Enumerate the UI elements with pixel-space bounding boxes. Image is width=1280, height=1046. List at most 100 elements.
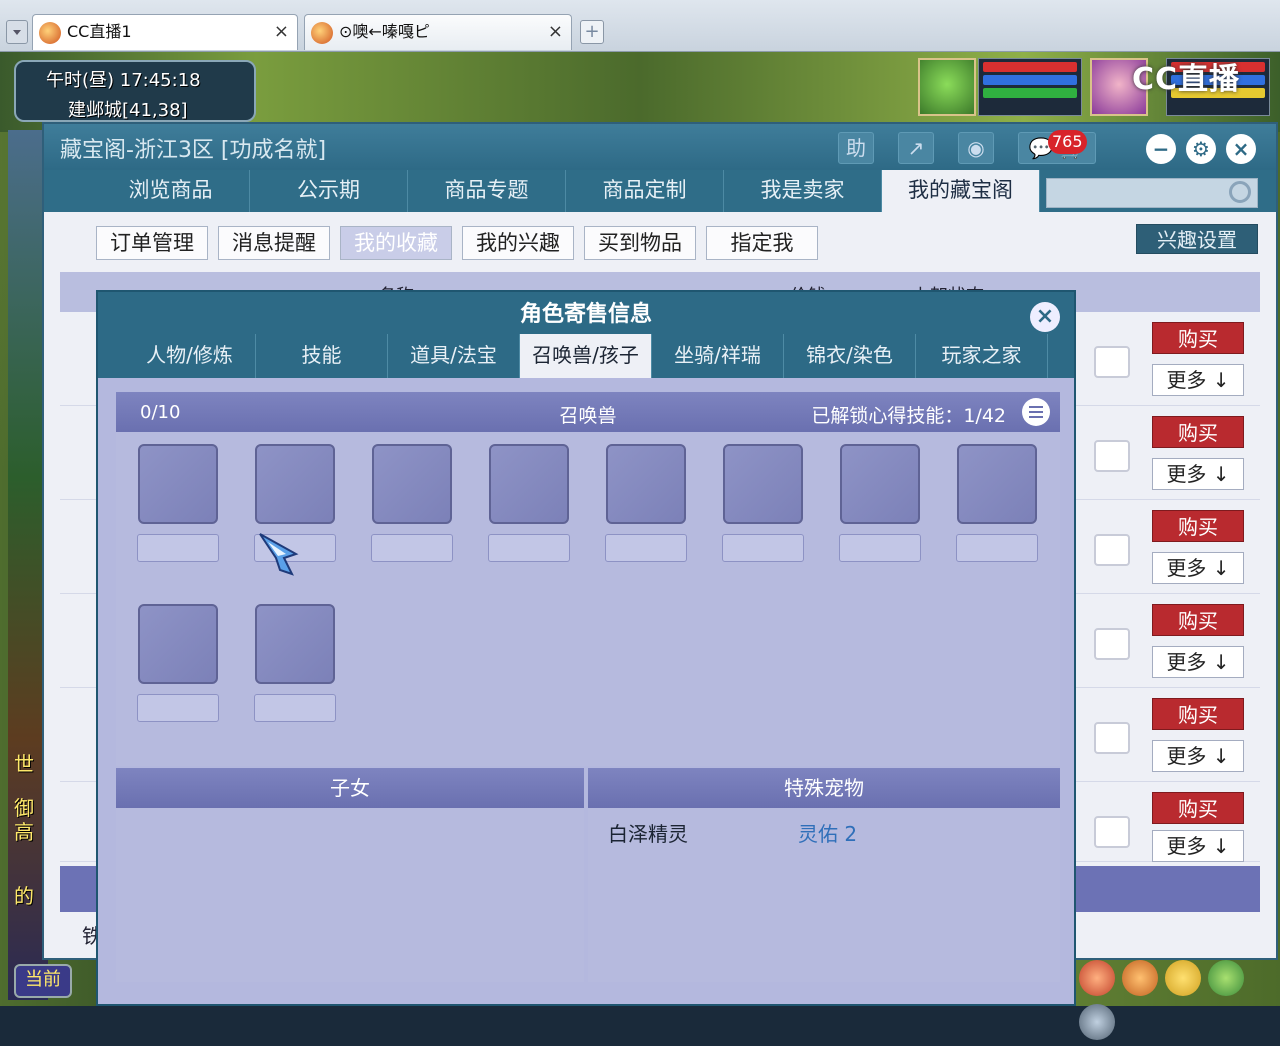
summon-slot[interactable]: [255, 604, 335, 684]
close-window-icon[interactable]: ×: [1226, 134, 1256, 164]
subtab-my-favorites[interactable]: 我的收藏: [340, 226, 452, 260]
search-input[interactable]: [1046, 178, 1258, 208]
bottom-right-toolbar: [1078, 958, 1276, 1040]
buy-button[interactable]: 购买: [1152, 322, 1244, 354]
new-tab-button[interactable]: +: [580, 20, 604, 44]
more-button[interactable]: 更多 ↓: [1152, 740, 1244, 772]
subtab-my-interests[interactable]: 我的兴趣: [462, 226, 574, 260]
current-channel-button[interactable]: 当前: [14, 964, 72, 998]
more-button[interactable]: 更多 ↓: [1152, 364, 1244, 396]
window-title: 藏宝阁-浙江3区 [功成名就]: [60, 138, 327, 163]
interest-settings-button[interactable]: 兴趣设置: [1136, 224, 1258, 254]
summon-slot-label: [137, 694, 219, 722]
popup-tab-summons[interactable]: 召唤兽/孩子: [520, 334, 652, 378]
game-location: 建邺城[41,38]: [68, 100, 188, 121]
sub-tab-bar: 订单管理 消息提醒 我的收藏 我的兴趣 买到物品 指定我: [44, 212, 1276, 272]
tab-close-icon[interactable]: ×: [274, 15, 289, 49]
cc-live-watermark: CC直播: [1131, 62, 1240, 97]
buy-button[interactable]: 购买: [1152, 604, 1244, 636]
settings-gear-icon[interactable]: ⚙: [1186, 134, 1216, 164]
more-button[interactable]: 更多 ↓: [1152, 552, 1244, 584]
tab-my-treasure[interactable]: 我的藏宝阁: [882, 170, 1040, 212]
game-clock-panel: 午时(昼) 17:45:18 建邺城[41,38]: [14, 60, 256, 122]
subtab-bought-items[interactable]: 买到物品: [584, 226, 696, 260]
minimize-icon[interactable]: −: [1146, 134, 1176, 164]
add-to-cart-icon[interactable]: [1094, 440, 1130, 472]
browser-tab-cc-live[interactable]: CC直播1 ×: [32, 14, 298, 50]
summon-slot[interactable]: [489, 444, 569, 524]
item-icon[interactable]: [1122, 960, 1159, 996]
cc-favicon-icon: [39, 22, 61, 44]
emoji-icon[interactable]: [1165, 960, 1202, 996]
buy-button[interactable]: 购买: [1152, 792, 1244, 824]
list-menu-icon[interactable]: [1022, 398, 1050, 426]
special-pet-name: 白泽精灵: [608, 822, 688, 846]
add-to-cart-icon[interactable]: [1094, 534, 1130, 566]
window-titlebar: 藏宝阁-浙江3区 [功成名就] 助 ↗ ◉ 💬 🛒 765 − ⚙ ×: [44, 124, 1276, 170]
popup-tab-skills[interactable]: 技能: [256, 334, 388, 378]
summon-panel-header: 0/10 召唤兽 已解锁心得技能：1/42: [116, 392, 1060, 432]
add-to-cart-icon[interactable]: [1094, 346, 1130, 378]
unlocked-skills: 已解锁心得技能：1/42: [811, 405, 1006, 427]
summon-slot[interactable]: [138, 444, 218, 524]
add-to-cart-icon[interactable]: [1094, 816, 1130, 848]
search-icon[interactable]: [1229, 181, 1251, 203]
popup-tab-outfits[interactable]: 锦衣/染色: [784, 334, 916, 378]
special-pet-section-header: 特殊宠物: [588, 768, 1060, 808]
popup-close-icon[interactable]: ×: [1030, 302, 1060, 332]
chat-text: 高: [14, 820, 34, 844]
summon-slot-label: [722, 534, 804, 562]
tab-title: ⊙噢←嗪嘎ピ: [339, 22, 430, 41]
mouse-cursor-icon: [259, 533, 299, 576]
summon-slot-grid: [116, 432, 1060, 766]
more-button[interactable]: 更多 ↓: [1152, 646, 1244, 678]
add-to-cart-icon[interactable]: [1094, 722, 1130, 754]
popup-tab-items[interactable]: 道具/法宝: [388, 334, 520, 378]
tab-goods-custom[interactable]: 商品定制: [566, 170, 724, 212]
character-sale-popup: 角色寄售信息 × 人物/修炼 技能 道具/法宝 召唤兽/孩子 坐骑/祥瑞 锦衣/…: [96, 290, 1076, 1006]
popup-tab-home[interactable]: 玩家之家: [916, 334, 1048, 378]
cc-favicon-icon: [311, 22, 333, 44]
peach-icon[interactable]: [1079, 960, 1115, 996]
system-icon[interactable]: [1208, 960, 1245, 996]
tab-public-period[interactable]: 公示期: [250, 170, 408, 212]
children-section-body: [116, 808, 584, 982]
children-section-header: 子女: [116, 768, 584, 808]
more-button[interactable]: 更多 ↓: [1152, 830, 1244, 862]
summon-slot[interactable]: [957, 444, 1037, 524]
chat-channel-label[interactable]: 世: [14, 748, 34, 777]
subtab-order-management[interactable]: 订单管理: [96, 226, 208, 260]
summon-slot[interactable]: [372, 444, 452, 524]
buy-button[interactable]: 购买: [1152, 510, 1244, 542]
subtab-assigned-to-me[interactable]: 指定我: [706, 226, 818, 260]
summon-slot-label: [371, 534, 453, 562]
pet-portrait[interactable]: [918, 58, 976, 116]
summon-slot[interactable]: [255, 444, 335, 524]
browser-tab-bar: CC直播1 × ⊙噢←嗪嘎ピ × +: [0, 0, 1280, 52]
summon-slot-label: [956, 534, 1038, 562]
buy-button[interactable]: 购买: [1152, 416, 1244, 448]
record-icon[interactable]: ◉: [958, 132, 994, 164]
subtab-message-reminder[interactable]: 消息提醒: [218, 226, 330, 260]
tab-list-dropdown[interactable]: [6, 20, 28, 44]
summon-slot[interactable]: [723, 444, 803, 524]
more-button[interactable]: 更多 ↓: [1152, 458, 1244, 490]
add-to-cart-icon[interactable]: [1094, 628, 1130, 660]
tab-browse-goods[interactable]: 浏览商品: [92, 170, 250, 212]
tab-close-icon[interactable]: ×: [548, 15, 563, 49]
popup-tab-character[interactable]: 人物/修炼: [124, 334, 256, 378]
popup-tab-mounts[interactable]: 坐骑/祥瑞: [652, 334, 784, 378]
computer-icon[interactable]: [1079, 1004, 1115, 1040]
share-icon[interactable]: ↗: [898, 132, 934, 164]
tab-goods-topics[interactable]: 商品专题: [408, 170, 566, 212]
tab-i-am-seller[interactable]: 我是卖家: [724, 170, 882, 212]
summon-slot-label: [605, 534, 687, 562]
buy-button[interactable]: 购买: [1152, 698, 1244, 730]
browser-tab-second[interactable]: ⊙噢←嗪嘎ピ ×: [304, 14, 572, 50]
summon-slot[interactable]: [840, 444, 920, 524]
summon-slot-label: [254, 694, 336, 722]
popup-title: 角色寄售信息: [519, 302, 652, 327]
summon-slot[interactable]: [138, 604, 218, 684]
help-button[interactable]: 助: [838, 132, 874, 164]
summon-slot[interactable]: [606, 444, 686, 524]
